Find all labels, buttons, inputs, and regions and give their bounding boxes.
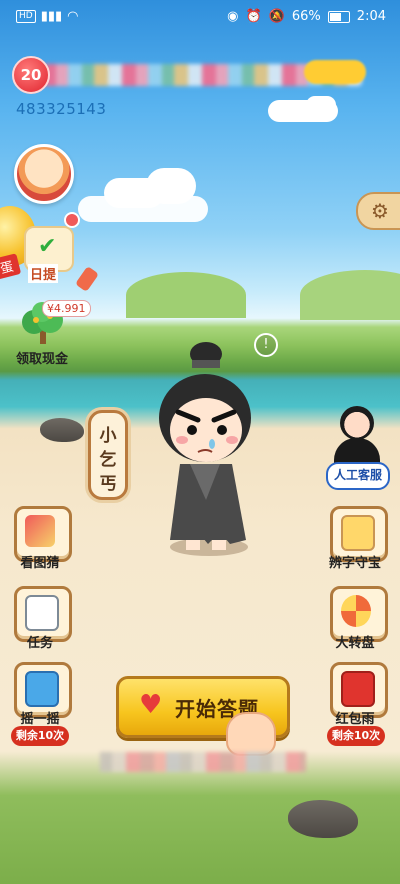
tasks-label: 任务 bbox=[26, 636, 53, 651]
red-envelope-icon bbox=[341, 671, 375, 707]
mute-icon: 🔕 bbox=[268, 9, 285, 24]
hd-badge: HD bbox=[16, 10, 36, 23]
sign-char: 乞 bbox=[99, 450, 117, 470]
user-id: 483325143 bbox=[16, 100, 107, 118]
signal-icon: ▮▮▮ bbox=[40, 9, 63, 24]
clipboard-icon bbox=[25, 595, 59, 631]
wifi-icon: ◠ bbox=[67, 9, 79, 24]
rock bbox=[288, 800, 358, 838]
gold-pill[interactable] bbox=[304, 60, 366, 84]
top-resource-bar: 20 bbox=[12, 56, 366, 94]
shake-remaining-badge: 剩余10次 bbox=[11, 726, 69, 746]
battery-icon bbox=[327, 10, 350, 23]
agent-avatar bbox=[340, 406, 374, 440]
level-badge[interactable]: 20 bbox=[12, 56, 50, 94]
character-puzzle-icon bbox=[341, 515, 375, 551]
alarm-icon: ⏰ bbox=[245, 9, 262, 24]
character-puzzle-label: 辨字守宝 bbox=[328, 556, 381, 571]
cash-balance-tag: ¥4.991 bbox=[42, 300, 91, 317]
player-avatar[interactable] bbox=[14, 144, 74, 204]
character-name-sign: 小 乞 丐 bbox=[88, 410, 128, 500]
wheel-icon bbox=[341, 595, 371, 627]
settings-button[interactable]: ⚙ bbox=[356, 192, 400, 230]
rock bbox=[40, 418, 84, 442]
eye-icon: ◉ bbox=[227, 9, 239, 24]
customer-service[interactable]: 人工客服 bbox=[326, 404, 390, 490]
red-envelope-remaining-badge: 剩余10次 bbox=[327, 726, 385, 746]
beggar-character[interactable] bbox=[150, 340, 260, 554]
sign-char: 丐 bbox=[99, 474, 117, 494]
cloud bbox=[146, 168, 196, 204]
game-scene: HD ▮▮▮ ◠ ◉ ⏰ 🔕 66% 2:04 20 483325143 蛋 ✔… bbox=[0, 0, 400, 884]
agent-body bbox=[334, 438, 380, 464]
hill bbox=[126, 272, 246, 318]
checkmark-icon: ✔ bbox=[38, 234, 57, 259]
clock: 2:04 bbox=[356, 9, 386, 24]
sign-char: 小 bbox=[99, 426, 117, 446]
photo-guess-label: 看图猜 bbox=[20, 556, 60, 571]
red-tab-icon bbox=[74, 265, 100, 293]
claim-cash-label[interactable]: 领取现金 bbox=[16, 348, 68, 367]
customer-service-button[interactable]: 人工客服 bbox=[326, 462, 390, 490]
photo-guess-icon bbox=[25, 515, 55, 547]
wheel-label: 大转盘 bbox=[335, 636, 375, 651]
red-envelope-label: 红包雨 bbox=[335, 712, 375, 727]
hill bbox=[300, 270, 400, 320]
gear-icon: ⚙ bbox=[371, 199, 389, 223]
cloud bbox=[306, 96, 336, 114]
battery-text: 66% bbox=[291, 9, 321, 24]
blurred-footer-text bbox=[100, 752, 306, 772]
pointing-hand-icon bbox=[226, 712, 276, 756]
daily-task-label: 日提 bbox=[28, 264, 59, 283]
red-dot-icon bbox=[64, 212, 80, 228]
shake-label: 摇一摇 bbox=[20, 712, 60, 727]
phone-shake-icon bbox=[25, 671, 59, 707]
status-bar: HD ▮▮▮ ◠ ◉ ⏰ 🔕 66% 2:04 bbox=[0, 0, 400, 34]
heart-icon: ♥ bbox=[139, 690, 163, 720]
